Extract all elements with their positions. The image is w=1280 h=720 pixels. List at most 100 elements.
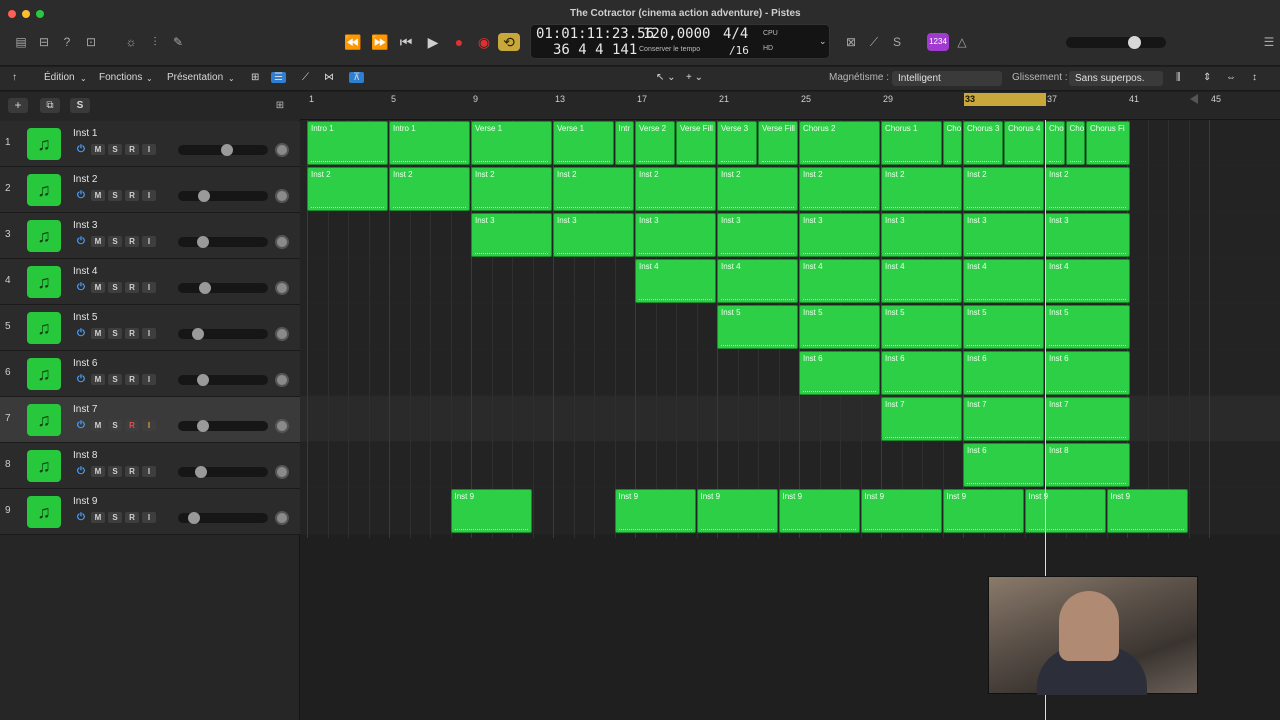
go-to-start-button[interactable]: ⏮ [395,33,417,51]
waveform-zoom-icon[interactable]: ⫼ [1176,72,1181,83]
track-name[interactable]: Inst 2 [73,174,97,185]
midi-region[interactable]: Inst 4 [1045,259,1131,303]
midi-region[interactable]: Inst 2 [389,167,470,211]
zoom-window-button[interactable] [36,10,44,18]
midi-region[interactable]: Inst 9 [778,489,860,533]
midi-region[interactable]: Inst 5 [1045,305,1131,349]
pointer-tool-icon[interactable]: ↖ ⌄ [656,72,676,83]
midi-region[interactable]: Inst 2 [717,167,798,211]
midi-region[interactable]: Inst 6 [963,351,1044,395]
power-icon[interactable]: ⏻ [74,420,88,431]
play-button[interactable]: ▶ [422,33,444,51]
record-enable-button[interactable]: R [125,466,139,477]
midi-region[interactable]: Intro 1 [389,121,470,165]
midi-region[interactable]: Verse Fill [676,121,716,165]
midi-region[interactable]: Inst 9 [1106,489,1188,533]
midi-region[interactable]: Cho [1065,121,1085,165]
midi-region[interactable]: Inst 2 [963,167,1044,211]
solo-button[interactable]: S [108,144,122,155]
input-monitor-button[interactable]: I [142,328,156,339]
midi-region[interactable]: Inst 2 [307,167,388,211]
track-header[interactable]: 2 ♫ Inst 2 ⏻ M S R I [0,167,300,213]
volume-slider[interactable] [178,236,268,248]
pencil-tool-icon[interactable]: + ⌄ [686,72,703,83]
record-button[interactable]: ● [448,33,470,51]
mute-button[interactable]: M [91,144,105,155]
lcd-division[interactable]: /16 [729,44,749,57]
midi-region[interactable]: Inst 4 [717,259,798,303]
midi-region[interactable]: Inst 6 [799,351,880,395]
midi-region[interactable]: Inst 6 [963,443,1044,487]
input-monitor-button[interactable]: I [142,420,156,431]
back-arrow-icon[interactable]: ↑ [12,72,17,83]
midi-region[interactable]: Verse Fill [758,121,798,165]
close-window-button[interactable] [8,10,16,18]
catch-icon[interactable]: ⊼ [349,72,365,83]
input-monitor-button[interactable]: I [142,512,156,523]
drag-select[interactable]: Sans superpos. [1069,71,1163,86]
midi-region[interactable]: Chorus 3 [963,121,1003,165]
track-header[interactable]: 3 ♫ Inst 3 ⏻ M S R I [0,213,300,259]
volume-slider[interactable] [178,420,268,432]
mute-button[interactable]: M [91,328,105,339]
list-view-icon[interactable]: ☰ [271,72,286,83]
record-enable-button[interactable]: R [125,236,139,247]
power-icon[interactable]: ⏻ [74,374,88,385]
power-icon[interactable]: ⏻ [74,190,88,201]
mute-button[interactable]: M [91,282,105,293]
track-name[interactable]: Inst 6 [73,358,97,369]
tuner-icon[interactable]: ⟋ [863,33,885,51]
solo-button[interactable]: S [108,236,122,247]
midi-region[interactable]: Inst 9 [614,489,696,533]
lcd-tempo[interactable]: 120,0000 [643,26,710,42]
midi-region[interactable]: Inst 3 [717,213,798,257]
lcd-signature[interactable]: 4/4 [723,26,748,42]
solo-button[interactable]: S [108,328,122,339]
volume-slider[interactable] [178,144,268,156]
volume-knob[interactable] [192,328,205,340]
music-note-icon[interactable]: ♫ [27,312,61,344]
midi-region[interactable]: Inst 3 [963,213,1044,257]
midi-region[interactable]: Inst 5 [717,305,798,349]
solo-button[interactable]: S [108,420,122,431]
smart-controls-icon[interactable]: ☼ [120,33,142,51]
track-lane[interactable] [300,350,1280,396]
midi-region[interactable]: Intro 1 [307,121,388,165]
mute-button[interactable]: M [91,236,105,247]
pan-knob[interactable] [275,281,289,295]
midi-region[interactable]: Inst 9 [450,489,532,533]
record-enable-button[interactable]: R [125,374,139,385]
volume-slider[interactable] [178,328,268,340]
input-monitor-button[interactable]: I [142,374,156,385]
library-icon[interactable]: ▤ [10,33,32,51]
grid-view-icon[interactable]: ⊞ [251,72,259,83]
solo-mode-icon[interactable]: S [886,33,908,51]
power-icon[interactable]: ⏻ [74,282,88,293]
track-header[interactable]: 5 ♫ Inst 5 ⏻ M S R I [0,305,300,351]
help-icon[interactable]: ? [56,33,78,51]
track-name[interactable]: Inst 7 [73,404,97,415]
music-note-icon[interactable]: ♫ [27,496,61,528]
midi-region[interactable]: Inst 3 [799,213,880,257]
mute-button[interactable]: M [91,512,105,523]
midi-region[interactable]: Inst 2 [1045,167,1131,211]
volume-knob[interactable] [196,236,209,248]
editors-icon[interactable]: ✎ [167,33,189,51]
input-monitor-button[interactable]: I [142,190,156,201]
midi-region[interactable]: Inst 4 [799,259,880,303]
midi-region[interactable]: Inst 4 [635,259,716,303]
track-name[interactable]: Inst 1 [73,128,97,139]
rewind-button[interactable]: ⏪ [342,33,364,51]
input-monitor-button[interactable]: I [142,466,156,477]
vertical-zoom-icon[interactable]: ⇕ [1203,72,1211,83]
volume-knob[interactable] [188,512,201,524]
pan-knob[interactable] [275,373,289,387]
midi-region[interactable]: Inst 6 [1045,351,1131,395]
mute-button[interactable]: M [91,190,105,201]
midi-region[interactable]: Verse 1 [553,121,614,165]
toolbar-toggle-icon[interactable]: ⊡ [80,33,102,51]
midi-region[interactable]: Inst 3 [553,213,634,257]
global-solo-button[interactable]: S [70,98,90,113]
music-note-icon[interactable]: ♫ [27,220,61,252]
midi-region[interactable]: Inst 5 [881,305,962,349]
